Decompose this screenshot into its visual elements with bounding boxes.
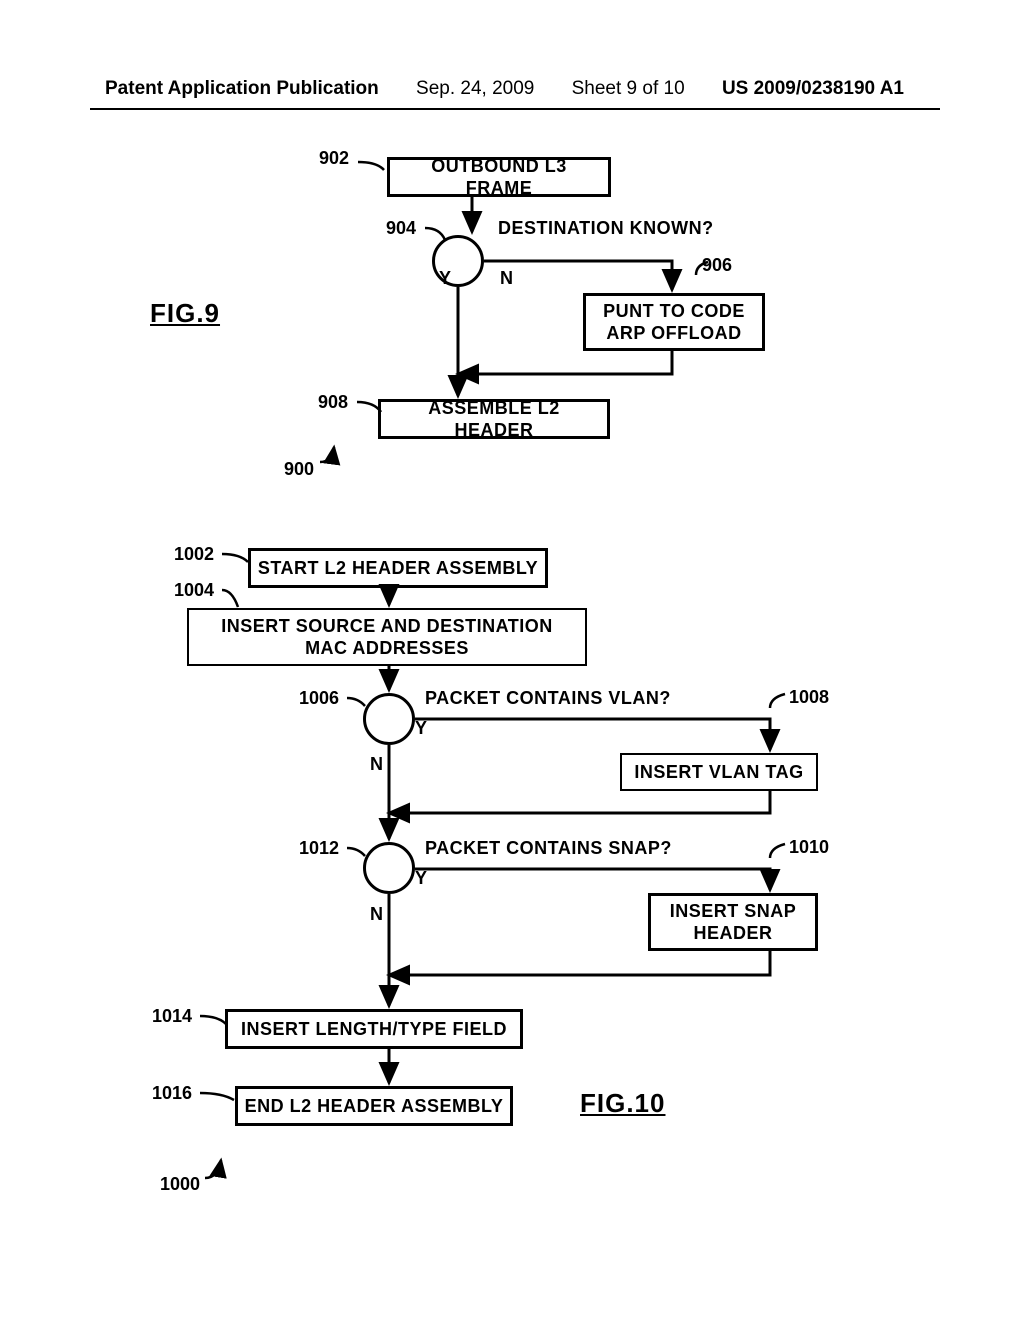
ref-908: 908 bbox=[318, 392, 348, 413]
label-n-1012: N bbox=[370, 904, 384, 925]
box-1004-l2: MAC ADDRESSES bbox=[305, 638, 469, 658]
box-1004-insert-mac: INSERT SOURCE AND DESTINATION MAC ADDRES… bbox=[187, 608, 587, 666]
header-date: Sep. 24, 2009 bbox=[416, 78, 534, 100]
ref-1006: 1006 bbox=[299, 688, 339, 709]
question-1006: PACKET CONTAINS VLAN? bbox=[425, 688, 671, 709]
header-rule bbox=[90, 108, 940, 110]
ref-1012: 1012 bbox=[299, 838, 339, 859]
label-y-1006: Y bbox=[415, 718, 428, 739]
box-1010-l2: HEADER bbox=[693, 923, 772, 943]
page-header: Patent Application Publication Sep. 24, … bbox=[0, 78, 1024, 100]
decision-1006 bbox=[363, 693, 415, 745]
label-y-1012: Y bbox=[415, 868, 428, 889]
ref-904: 904 bbox=[386, 218, 416, 239]
ref-1010: 1010 bbox=[789, 837, 829, 858]
box-902-text: OUTBOUND L3 FRAME bbox=[396, 155, 602, 200]
box-906-punt-arp: PUNT TO CODE ARP OFFLOAD bbox=[583, 293, 765, 351]
ref-1014: 1014 bbox=[152, 1006, 192, 1027]
box-1002-text: START L2 HEADER ASSEMBLY bbox=[258, 557, 538, 580]
ref-1008: 1008 bbox=[789, 687, 829, 708]
box-908-text: ASSEMBLE L2 HEADER bbox=[387, 397, 601, 442]
header-pubno: US 2009/0238190 A1 bbox=[722, 78, 904, 100]
box-1014-insert-length: INSERT LENGTH/TYPE FIELD bbox=[225, 1009, 523, 1049]
ref-906: 906 bbox=[702, 255, 732, 276]
ref-1000: 1000 bbox=[160, 1174, 200, 1195]
box-908-assemble-l2: ASSEMBLE L2 HEADER bbox=[378, 399, 610, 439]
decision-1012 bbox=[363, 842, 415, 894]
ref-902: 902 bbox=[319, 148, 349, 169]
box-906-l1: PUNT TO CODE bbox=[603, 301, 745, 321]
box-1008-insert-vlan: INSERT VLAN TAG bbox=[620, 753, 818, 791]
box-1016-end-l2: END L2 HEADER ASSEMBLY bbox=[235, 1086, 513, 1126]
box-1004-text: INSERT SOURCE AND DESTINATION MAC ADDRES… bbox=[221, 615, 553, 660]
question-1012: PACKET CONTAINS SNAP? bbox=[425, 838, 672, 859]
question-904: DESTINATION KNOWN? bbox=[498, 218, 714, 239]
box-1010-l1: INSERT SNAP bbox=[670, 901, 797, 921]
label-y-904: Y bbox=[439, 268, 452, 289]
fig9-title: FIG.9 bbox=[150, 298, 220, 329]
fig10-title: FIG.10 bbox=[580, 1088, 665, 1119]
box-1008-text: INSERT VLAN TAG bbox=[634, 761, 803, 784]
ref-1016: 1016 bbox=[152, 1083, 192, 1104]
box-906-l2: ARP OFFLOAD bbox=[606, 323, 741, 343]
box-1004-l1: INSERT SOURCE AND DESTINATION bbox=[221, 616, 553, 636]
ref-900: 900 bbox=[284, 459, 314, 480]
header-sheet: Sheet 9 of 10 bbox=[572, 78, 685, 100]
box-902-outbound-l3-frame: OUTBOUND L3 FRAME bbox=[387, 157, 611, 197]
box-1010-insert-snap: INSERT SNAP HEADER bbox=[648, 893, 818, 951]
ref-1002: 1002 bbox=[174, 544, 214, 565]
box-1002-start-l2: START L2 HEADER ASSEMBLY bbox=[248, 548, 548, 588]
box-1016-text: END L2 HEADER ASSEMBLY bbox=[245, 1095, 504, 1118]
label-n-904: N bbox=[500, 268, 514, 289]
label-n-1006: N bbox=[370, 754, 384, 775]
header-pub: Patent Application Publication bbox=[105, 78, 379, 100]
box-1014-text: INSERT LENGTH/TYPE FIELD bbox=[241, 1018, 507, 1041]
box-906-text: PUNT TO CODE ARP OFFLOAD bbox=[603, 300, 745, 345]
ref-1004: 1004 bbox=[174, 580, 214, 601]
box-1010-text: INSERT SNAP HEADER bbox=[670, 900, 797, 945]
